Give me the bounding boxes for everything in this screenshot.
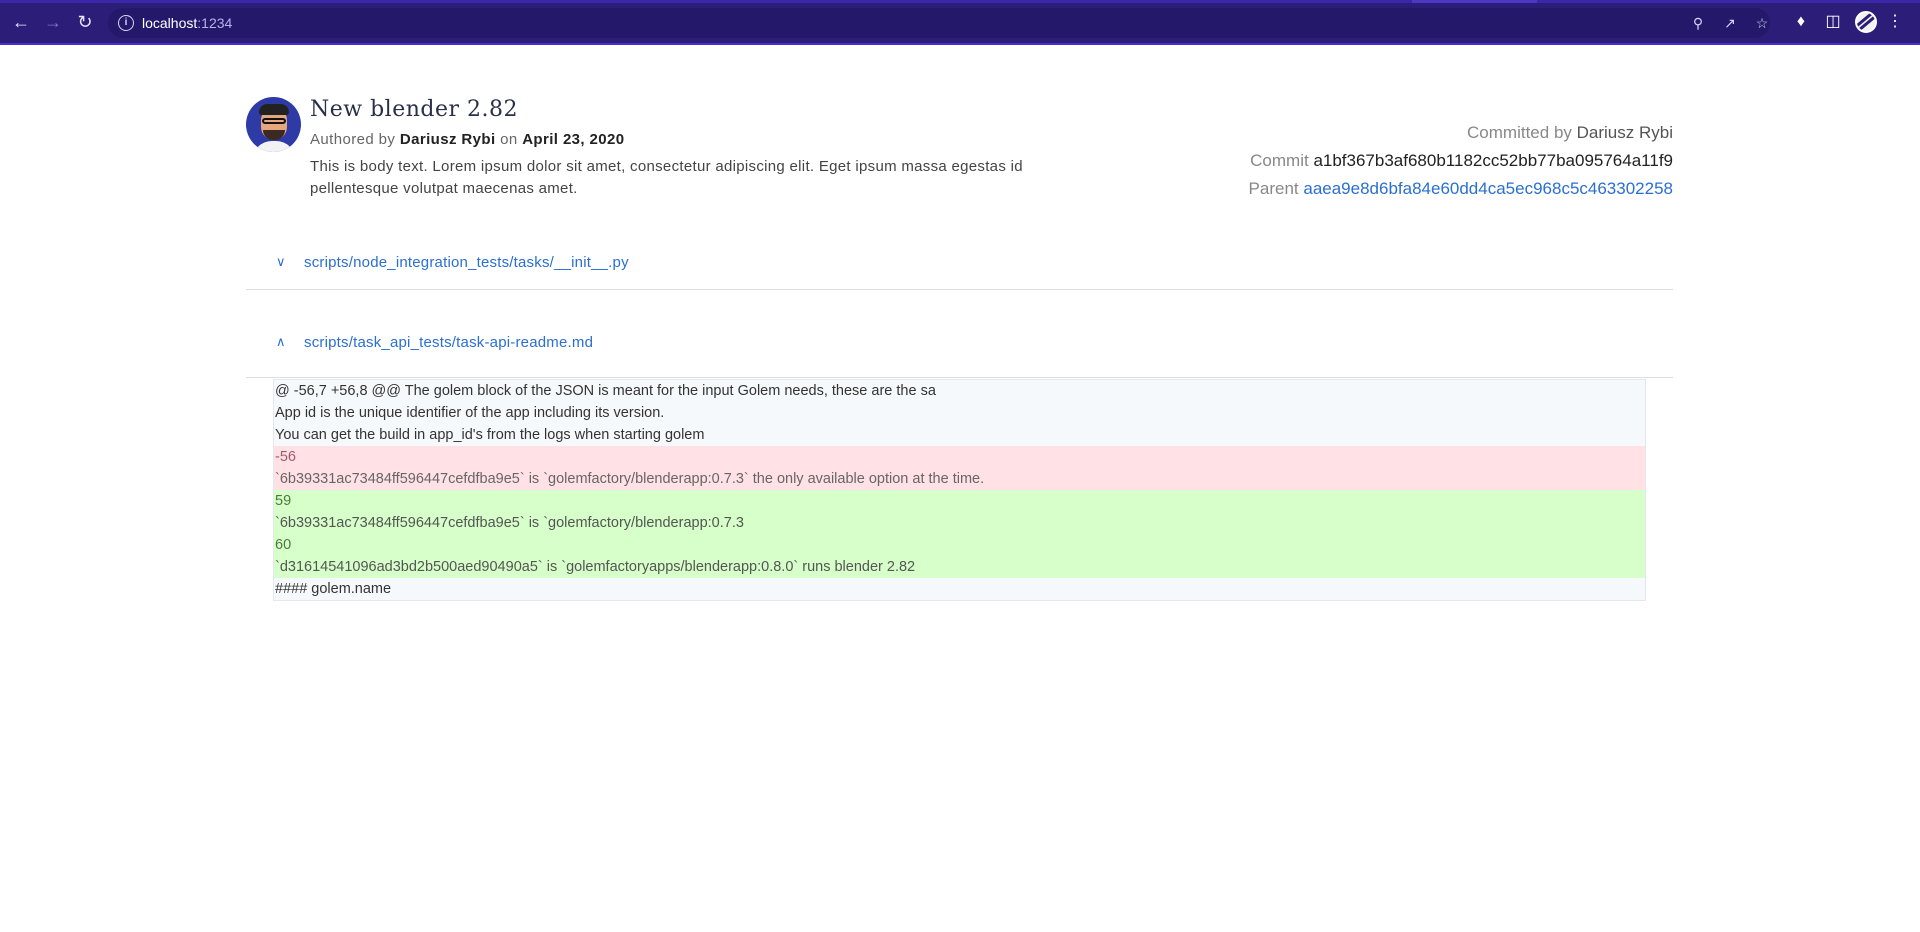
chevron-down-icon[interactable]: ∨ [276, 255, 290, 269]
bookmark-star-icon[interactable]: ☆ [1754, 15, 1770, 31]
diff-context-line: App id is the unique identifier of the a… [275, 405, 665, 421]
commit-meta: Committed by Dariusz Rybi Commit a1bf367… [1249, 119, 1673, 203]
line-number: 59 [275, 493, 292, 509]
file-row-expanded[interactable]: ∧ scripts/task_api_tests/task-api-readme… [246, 320, 1673, 378]
committer-name: Dariusz Rybi [1576, 123, 1673, 142]
commit-title: New blender 2.82 [310, 97, 518, 122]
avatar-hair [259, 104, 289, 115]
diff-added-line: `6b39331ac73484ff596447cefdfba9e5` is `g… [274, 512, 1645, 534]
line-number: 60 [275, 537, 292, 553]
date-prefix: on [500, 131, 518, 148]
authored-prefix: Authored by [310, 131, 396, 148]
url-port: :1234 [197, 15, 233, 31]
diff-deleted-line: `6b39331ac73484ff596447cefdfba9e5` is `g… [274, 468, 1645, 490]
commit-hash-line: Commit a1bf367b3af680b1182cc52bb77ba0957… [1249, 147, 1673, 175]
back-arrow-icon[interactable]: ← [10, 11, 32, 33]
diff-context-line: You can get the build in app_id's from t… [275, 427, 705, 443]
committed-by-label: Committed by [1467, 123, 1572, 142]
chevron-up-icon[interactable]: ∧ [276, 335, 290, 349]
diff-view: @ -56,7 +56,8 @@ The golem block of the … [273, 379, 1646, 601]
parent-hash-line: Parent aaea9e8d6bfa84e60dd4ca5ec968c5c46… [1249, 175, 1673, 203]
reload-icon[interactable]: ↻ [74, 11, 96, 33]
share-icon[interactable]: ↗ [1722, 15, 1738, 31]
file-row-collapsed[interactable]: ∨ scripts/node_integration_tests/tasks/_… [246, 240, 1673, 290]
line-number: -56 [275, 449, 296, 465]
profile-avatar-icon[interactable] [1855, 11, 1877, 33]
diff-context-line: #### golem.name [275, 581, 392, 597]
active-tab-indicator[interactable] [1412, 0, 1537, 3]
url-host: localhost [142, 15, 198, 31]
diff-added-line: `d31614541096ad3bd2b500aed90490a5` is `g… [274, 556, 1645, 578]
side-panel-icon[interactable]: ◫ [1823, 12, 1843, 32]
browser-toolbar: ← → ↻ i localhost:1234 ⚲ ↗ ☆ ♦ ◫ ⋮ [0, 0, 1920, 45]
browser-menu-icon[interactable]: ⋮ [1885, 12, 1905, 32]
file-name-link[interactable]: scripts/node_integration_tests/tasks/__i… [304, 254, 629, 271]
commit-hash: a1bf367b3af680b1182cc52bb77ba095764a11f9 [1313, 151, 1673, 170]
commit-date: April 23, 2020 [522, 131, 625, 148]
url-text[interactable]: localhost:1234 [142, 15, 232, 31]
diff-hunk-header: @ -56,7 +56,8 @@ The golem block of the … [275, 383, 936, 399]
committed-by-line: Committed by Dariusz Rybi [1249, 119, 1673, 147]
site-info-icon[interactable]: i [118, 15, 134, 31]
commit-label: Commit [1250, 151, 1309, 170]
diff-added-line-number: 59 [274, 490, 1645, 512]
diff-added-line-number: 60 [274, 534, 1645, 556]
parent-label: Parent [1248, 179, 1299, 198]
author-avatar [246, 97, 301, 152]
avatar-beard [263, 130, 285, 140]
author-name: Dariusz Rybi [399, 131, 496, 148]
authored-line: Authored by Dariusz Rybi on April 23, 20… [310, 131, 625, 148]
extensions-puzzle-icon[interactable]: ♦ [1791, 12, 1811, 32]
file-name-link[interactable]: scripts/task_api_tests/task-api-readme.m… [304, 334, 593, 351]
parent-hash-link[interactable]: aaea9e8d6bfa84e60dd4ca5ec968c5c463302258 [1303, 179, 1673, 198]
address-bar[interactable]: i localhost:1234 ⚲ ↗ ☆ [108, 8, 1770, 38]
zoom-icon[interactable]: ⚲ [1690, 15, 1706, 31]
tab-strip [0, 0, 1920, 3]
avatar-shirt [252, 141, 296, 152]
commit-body: This is body text. Lorem ipsum dolor sit… [310, 158, 1023, 197]
diff-deleted-line-number: -56 [274, 446, 1645, 468]
avatar-glasses [262, 118, 286, 124]
forward-arrow-icon[interactable]: → [42, 11, 64, 33]
